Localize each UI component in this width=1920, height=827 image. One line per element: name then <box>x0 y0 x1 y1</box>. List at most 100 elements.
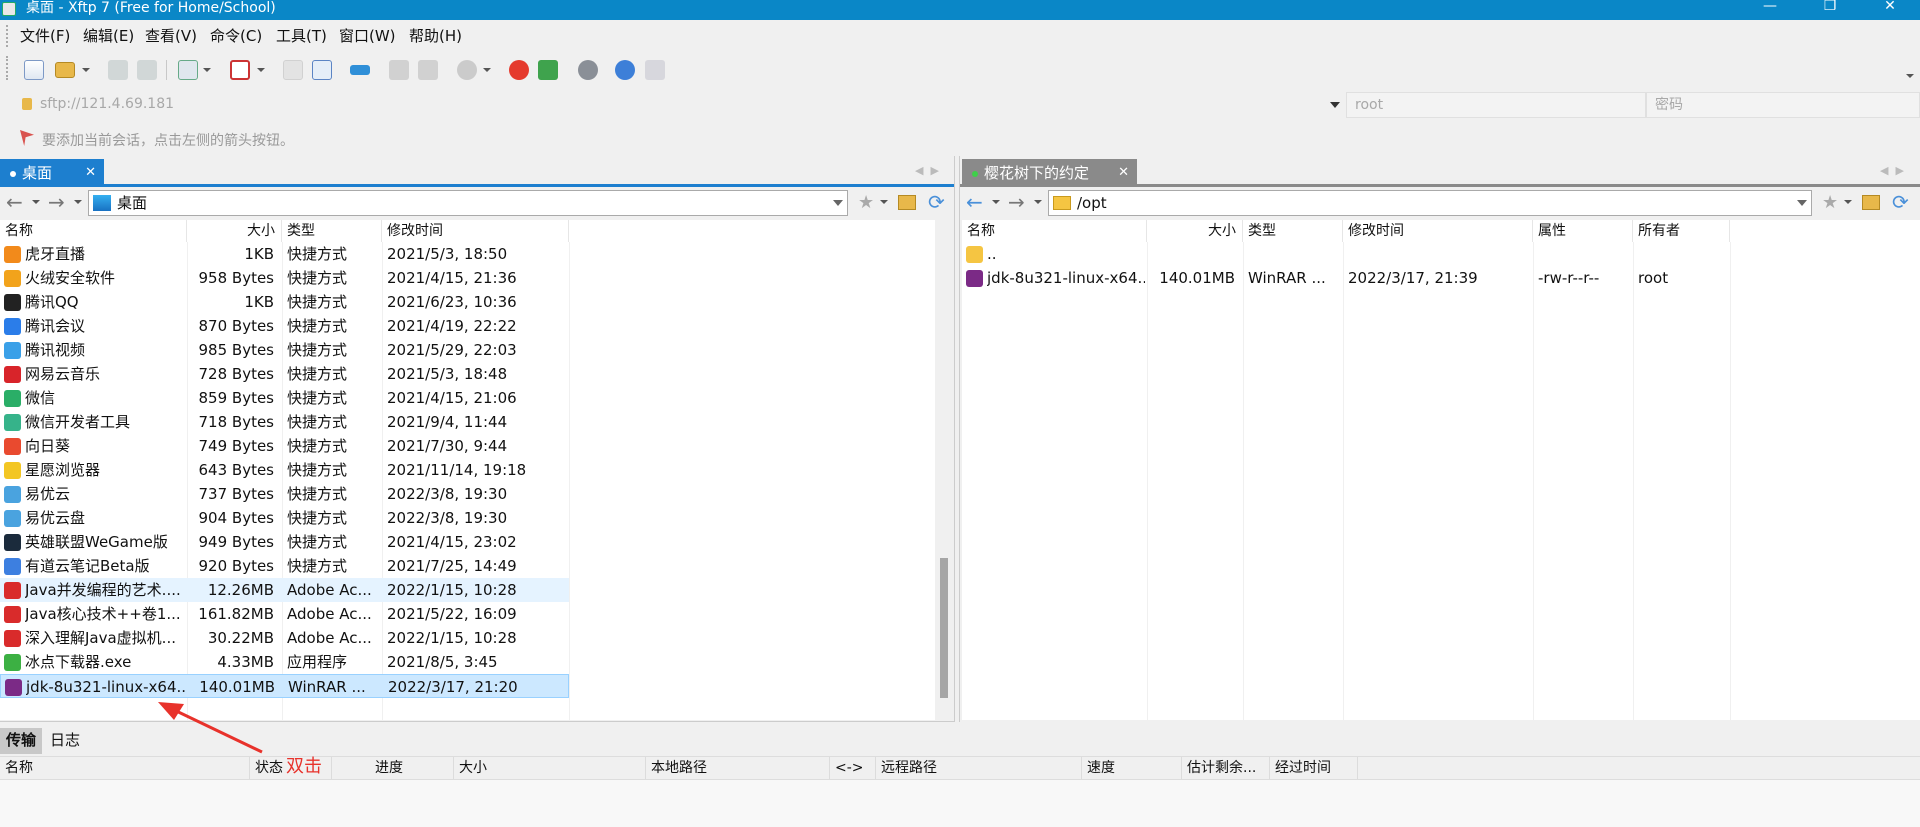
file-row[interactable]: 虎牙直播 1KB 快捷方式 2021/5/3, 18:50 <box>0 242 569 266</box>
tab-transfers[interactable]: 传输 <box>0 728 43 754</box>
file-row[interactable]: jdk-8u321-linux-x64... 140.01MB WinRAR ...… <box>0 674 569 698</box>
transfer-icon[interactable] <box>312 60 332 80</box>
col-transfer-name[interactable]: 名称 <box>0 757 250 779</box>
col-transfer-local-path[interactable]: 本地路径 <box>646 757 830 779</box>
settings-icon[interactable] <box>578 60 598 80</box>
file-row[interactable]: 易优云盘 904 Bytes 快捷方式 2022/3/8, 19:30 <box>0 506 569 530</box>
paste-icon[interactable] <box>418 60 438 80</box>
file-row[interactable]: 网易云音乐 728 Bytes 快捷方式 2021/5/3, 18:48 <box>0 362 569 386</box>
connect-icon[interactable] <box>108 60 128 80</box>
file-row[interactable]: Java核心技术++卷1... 161.82MB Adobe Ac... 2021/5… <box>0 602 569 626</box>
menu-window[interactable]: 窗口(W) <box>339 27 396 45</box>
col-transfer-size[interactable]: 大小 <box>454 757 646 779</box>
file-row[interactable]: 微信开发者工具 718 Bytes 快捷方式 2021/9/4, 11:44 <box>0 410 569 434</box>
home-folder-icon[interactable] <box>898 195 916 210</box>
properties-icon[interactable] <box>178 60 198 80</box>
close-button[interactable]: ✕ <box>1860 0 1920 18</box>
col-header-modified[interactable]: 修改时间 <box>1343 220 1533 242</box>
col-header-size[interactable]: 大小 <box>187 220 282 242</box>
remote-path-input[interactable]: /opt <box>1048 190 1812 216</box>
file-row[interactable]: Java并发编程的艺术.... 12.26MB Adobe Ac... 2022/1/… <box>0 578 569 602</box>
refresh-icon[interactable]: ⟳ <box>928 192 945 212</box>
maximize-button[interactable]: ❐ <box>1800 0 1860 18</box>
file-row[interactable]: 腾讯QQ 1KB 快捷方式 2021/6/23, 10:36 <box>0 290 569 314</box>
disconnect-icon[interactable] <box>137 60 157 80</box>
tab-local-desktop[interactable]: 桌面 ✕ <box>0 159 104 187</box>
col-header-type[interactable]: 类型 <box>1243 220 1343 242</box>
file-row[interactable]: 深入理解Java虚拟机... 30.22MB Adobe Ac... 2022/1/1… <box>0 626 569 650</box>
favorites-star-icon[interactable]: ★ <box>858 192 874 213</box>
close-tab-icon[interactable]: ✕ <box>85 159 96 187</box>
new-file-icon[interactable] <box>283 60 303 80</box>
file-row[interactable]: 易优云 737 Bytes 快捷方式 2022/3/8, 19:30 <box>0 482 569 506</box>
new-session-icon[interactable] <box>24 60 44 80</box>
favorites-star-icon[interactable]: ★ <box>1822 192 1838 213</box>
terminal-icon[interactable] <box>230 60 250 80</box>
sync-icon[interactable] <box>350 65 370 75</box>
tab-log[interactable]: 日志 <box>44 728 86 754</box>
file-row[interactable]: 火绒安全软件 958 Bytes 快捷方式 2021/4/15, 21:36 <box>0 266 569 290</box>
xshell-icon[interactable] <box>509 60 529 80</box>
host-dropdown-icon[interactable] <box>1330 102 1340 108</box>
local-vertical-scrollbar[interactable] <box>935 220 954 720</box>
col-header-name[interactable]: 名称 <box>0 220 187 242</box>
record-icon[interactable] <box>457 60 477 80</box>
file-row[interactable]: 腾讯视频 985 Bytes 快捷方式 2021/5/29, 22:03 <box>0 338 569 362</box>
back-arrow-icon[interactable]: ← <box>966 192 983 212</box>
file-size: 920 Bytes <box>198 557 275 575</box>
file-type: Adobe Ac... <box>287 605 372 623</box>
tab-remote-session[interactable]: 樱花树下的约定 ✕ <box>962 159 1137 187</box>
file-row[interactable]: 英雄联盟WeGame版 949 Bytes 快捷方式 2021/4/15, 23:02 <box>0 530 569 554</box>
file-row[interactable]: 冰点下载器.exe 4.33MB 应用程序 2021/8/5, 3:45 <box>0 650 569 674</box>
copy-icon[interactable] <box>389 60 409 80</box>
close-tab-icon[interactable]: ✕ <box>1118 159 1129 187</box>
menu-file[interactable]: 文件(F) <box>20 27 70 45</box>
remote-file-list: 名称 大小 类型 修改时间 属性 所有者 ^ ..jdk-8u321-linux… <box>962 220 1920 720</box>
file-row[interactable]: 向日葵 749 Bytes 快捷方式 2021/7/30, 9:44 <box>0 434 569 458</box>
file-row[interactable]: 腾讯会议 870 Bytes 快捷方式 2021/4/19, 22:22 <box>0 314 569 338</box>
menu-view[interactable]: 查看(V) <box>145 27 197 45</box>
open-folder-icon[interactable] <box>55 62 75 78</box>
minimize-button[interactable]: — <box>1740 0 1800 18</box>
file-row[interactable]: 微信 859 Bytes 快捷方式 2021/4/15, 21:06 <box>0 386 569 410</box>
bookmark-arrow-icon[interactable] <box>20 130 34 146</box>
scroll-thumb[interactable] <box>940 558 948 698</box>
password-input[interactable]: 密码 <box>1646 92 1920 118</box>
col-header-size[interactable]: 大小 <box>1147 220 1243 242</box>
tab-scroll-arrows[interactable]: ◀ ▶ <box>1880 164 1904 177</box>
menu-edit[interactable]: 编辑(E) <box>83 27 134 45</box>
col-transfer-progress[interactable]: 进度 <box>370 757 454 779</box>
menu-help[interactable]: 帮助(H) <box>409 27 462 45</box>
menu-command[interactable]: 命令(C) <box>210 27 262 45</box>
col-transfer-speed[interactable]: 速度 <box>1082 757 1182 779</box>
toolbar-overflow-icon[interactable] <box>1906 74 1914 78</box>
col-transfer-elapsed[interactable]: 经过时间 <box>1270 757 1358 779</box>
col-header-owner[interactable]: 所有者 <box>1633 220 1730 242</box>
file-row[interactable]: 星愿浏览器 643 Bytes 快捷方式 2021/11/14, 19:18 <box>0 458 569 482</box>
back-arrow-icon[interactable]: ← <box>6 192 23 212</box>
col-transfer-eta[interactable]: 估计剩余... <box>1182 757 1270 779</box>
xftp-icon[interactable] <box>538 60 558 80</box>
chat-icon[interactable] <box>645 60 665 80</box>
help-icon[interactable] <box>615 60 635 80</box>
path-dropdown-icon[interactable] <box>833 200 843 206</box>
col-transfer-remote-path[interactable]: 远程路径 <box>876 757 1082 779</box>
forward-arrow-icon[interactable]: → <box>1008 192 1025 212</box>
col-transfer-direction[interactable]: <-> <box>830 757 876 779</box>
username-input[interactable]: root <box>1346 92 1646 118</box>
file-size: 870 Bytes <box>198 317 275 335</box>
parent-directory-row[interactable]: .. <box>962 242 1730 266</box>
tab-scroll-arrows[interactable]: ◀ ▶ <box>915 164 939 177</box>
file-row[interactable]: jdk-8u321-linux-x64... 140.01MB WinRAR ...… <box>962 266 1730 290</box>
path-dropdown-icon[interactable] <box>1797 200 1807 206</box>
menu-tools[interactable]: 工具(T) <box>276 27 327 45</box>
home-folder-icon[interactable] <box>1862 195 1880 210</box>
col-header-attributes[interactable]: 属性 <box>1533 220 1633 242</box>
file-row[interactable]: 有道云笔记Beta版 920 Bytes 快捷方式 2021/7/25, 14:49 <box>0 554 569 578</box>
file-size: 949 Bytes <box>198 533 275 551</box>
local-path-input[interactable]: 桌面 <box>88 190 848 216</box>
col-header-modified[interactable]: 修改时间 <box>382 220 569 242</box>
forward-arrow-icon[interactable]: → <box>48 192 65 212</box>
host-input[interactable]: sftp://121.4.69.181 <box>32 92 1358 118</box>
refresh-icon[interactable]: ⟳ <box>1892 192 1909 212</box>
